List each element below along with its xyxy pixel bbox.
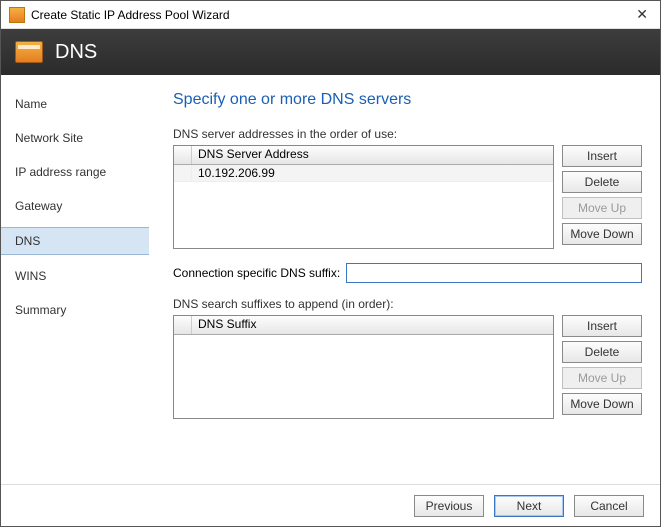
- delete-button[interactable]: Delete: [562, 341, 642, 363]
- dns-suffix-row: Connection specific DNS suffix:: [173, 263, 642, 283]
- banner-title: DNS: [55, 41, 97, 64]
- page-heading: Specify one or more DNS servers: [173, 91, 642, 109]
- sidebar-item-network-site[interactable]: Network Site: [1, 125, 149, 151]
- sidebar-item-ip-address-range[interactable]: IP address range: [1, 159, 149, 185]
- move-up-button: Move Up: [562, 197, 642, 219]
- dns-servers-label: DNS server addresses in the order of use…: [173, 127, 642, 141]
- window-title: Create Static IP Address Pool Wizard: [31, 8, 632, 22]
- next-button[interactable]: Next: [494, 495, 564, 517]
- dns-suffix-column[interactable]: DNS Suffix: [192, 316, 553, 334]
- banner-icon: [15, 41, 43, 63]
- dns-suffix-input[interactable]: [346, 263, 642, 283]
- move-up-button: Move Up: [562, 367, 642, 389]
- titlebar: Create Static IP Address Pool Wizard ✕: [1, 1, 660, 29]
- insert-button[interactable]: Insert: [562, 315, 642, 337]
- sidebar: Name Network Site IP address range Gatew…: [1, 75, 149, 484]
- row-handle-header: [174, 316, 192, 334]
- row-handle-header: [174, 146, 192, 164]
- dns-servers-list[interactable]: DNS Server Address 10.192.206.99: [173, 145, 554, 249]
- dns-server-cell[interactable]: 10.192.206.99: [192, 165, 553, 182]
- list-header: DNS Server Address: [174, 146, 553, 165]
- delete-button[interactable]: Delete: [562, 171, 642, 193]
- sidebar-item-wins[interactable]: WINS: [1, 263, 149, 289]
- dns-suffix-label: Connection specific DNS suffix:: [173, 266, 340, 280]
- app-icon: [9, 7, 25, 23]
- search-suffixes-block: DNS Suffix Insert Delete Move Up Move Do…: [173, 315, 642, 419]
- wizard-window: Create Static IP Address Pool Wizard ✕ D…: [0, 0, 661, 527]
- close-icon[interactable]: ✕: [632, 6, 652, 23]
- search-suffixes-buttons: Insert Delete Move Up Move Down: [562, 315, 642, 419]
- banner: DNS: [1, 29, 660, 75]
- row-handle[interactable]: [174, 165, 192, 182]
- search-suffixes-list[interactable]: DNS Suffix: [173, 315, 554, 419]
- dns-server-address-column[interactable]: DNS Server Address: [192, 146, 553, 164]
- previous-button[interactable]: Previous: [414, 495, 484, 517]
- table-row[interactable]: 10.192.206.99: [174, 165, 553, 182]
- search-suffixes-label: DNS search suffixes to append (in order)…: [173, 297, 642, 311]
- dns-servers-block: DNS Server Address 10.192.206.99 Insert …: [173, 145, 642, 249]
- cancel-button[interactable]: Cancel: [574, 495, 644, 517]
- move-down-button[interactable]: Move Down: [562, 393, 642, 415]
- move-down-button[interactable]: Move Down: [562, 223, 642, 245]
- dns-servers-buttons: Insert Delete Move Up Move Down: [562, 145, 642, 249]
- insert-button[interactable]: Insert: [562, 145, 642, 167]
- sidebar-item-summary[interactable]: Summary: [1, 297, 149, 323]
- sidebar-item-gateway[interactable]: Gateway: [1, 193, 149, 219]
- main-panel: Specify one or more DNS servers DNS serv…: [149, 75, 660, 484]
- sidebar-item-name[interactable]: Name: [1, 91, 149, 117]
- footer: Previous Next Cancel: [1, 484, 660, 526]
- sidebar-item-dns[interactable]: DNS: [1, 227, 149, 255]
- list-header: DNS Suffix: [174, 316, 553, 335]
